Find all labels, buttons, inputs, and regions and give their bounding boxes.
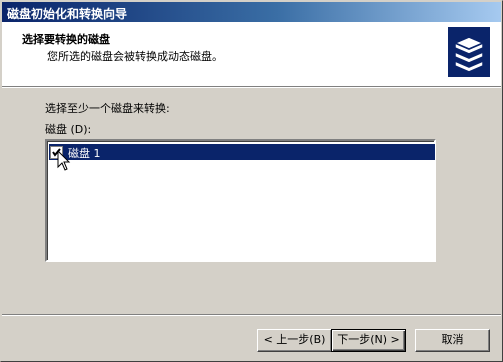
cancel-button[interactable]: 取消 (415, 329, 490, 352)
mouse-pointer-icon (57, 150, 71, 171)
wizard-window: 磁盘初始化和转换向导 选择要转换的磁盘 您所选的磁盘会被转换成动态磁盘。 选择至… (0, 0, 503, 362)
disk-stack-icon (447, 26, 491, 78)
disk-item-label: 磁盘 1 (68, 147, 101, 160)
back-button[interactable]: < 上一步(B) (257, 329, 332, 352)
header-subtitle: 您所选的磁盘会被转换成动态磁盘。 (47, 50, 223, 63)
instruction-text: 选择至少一个磁盘来转换: (45, 102, 170, 115)
window-title: 磁盘初始化和转换向导 (7, 7, 128, 21)
disk-list-item[interactable]: 磁盘 1 (49, 144, 435, 160)
next-button[interactable]: 下一步(N) > (331, 329, 406, 352)
wizard-header: 选择要转换的磁盘 您所选的磁盘会被转换成动态磁盘。 (2, 22, 501, 87)
button-separator (2, 314, 501, 316)
disk-listbox[interactable]: 磁盘 1 (45, 139, 436, 262)
title-bar[interactable]: 磁盘初始化和转换向导 (2, 2, 501, 22)
header-divider (2, 87, 501, 88)
disk-listbox-inner: 磁盘 1 (47, 141, 435, 260)
header-title: 选择要转换的磁盘 (22, 33, 110, 46)
disk-list-label: 磁盘 (D): (45, 123, 92, 136)
